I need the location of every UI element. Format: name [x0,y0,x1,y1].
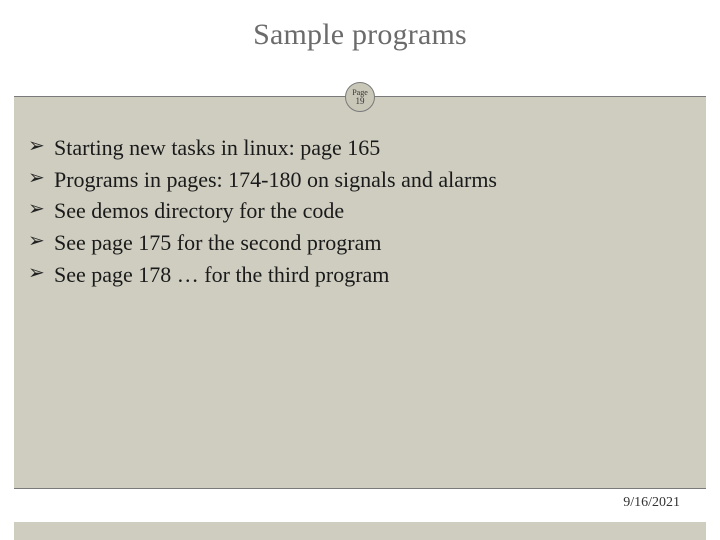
bullet-icon: ➢ [28,196,45,223]
footer-strip [14,522,706,540]
bullet-icon: ➢ [28,228,45,255]
list-item-text: See page 178 … for the third program [54,262,389,287]
list-item: ➢ Programs in pages: 174-180 on signals a… [28,165,692,195]
list-item-text: Programs in pages: 174-180 on signals an… [54,167,497,192]
slide-title: Sample programs [0,0,720,52]
list-item: ➢ See demos directory for the code [28,196,692,226]
slide: Sample programs Page 19 ➢ Starting new ta… [0,0,720,540]
body-area: ➢ Starting new tasks in linux: page 165 ➢… [14,97,706,488]
list-item: ➢ Starting new tasks in linux: page 165 [28,133,692,163]
list-item: ➢ See page 178 … for the third program [28,260,692,290]
bullet-icon: ➢ [28,260,45,287]
bullet-list: ➢ Starting new tasks in linux: page 165 ➢… [28,133,692,289]
list-item: ➢ See page 175 for the second program [28,228,692,258]
footer-area: 9/16/2021 [14,488,706,540]
list-item-text: Starting new tasks in linux: page 165 [54,135,380,160]
footer-date: 9/16/2021 [623,495,680,511]
page-number-badge: Page 19 [345,82,375,112]
bullet-icon: ➢ [28,133,45,160]
page-number: 19 [356,97,365,106]
list-item-text: See demos directory for the code [54,198,344,223]
list-item-text: See page 175 for the second program [54,230,381,255]
bullet-icon: ➢ [28,165,45,192]
